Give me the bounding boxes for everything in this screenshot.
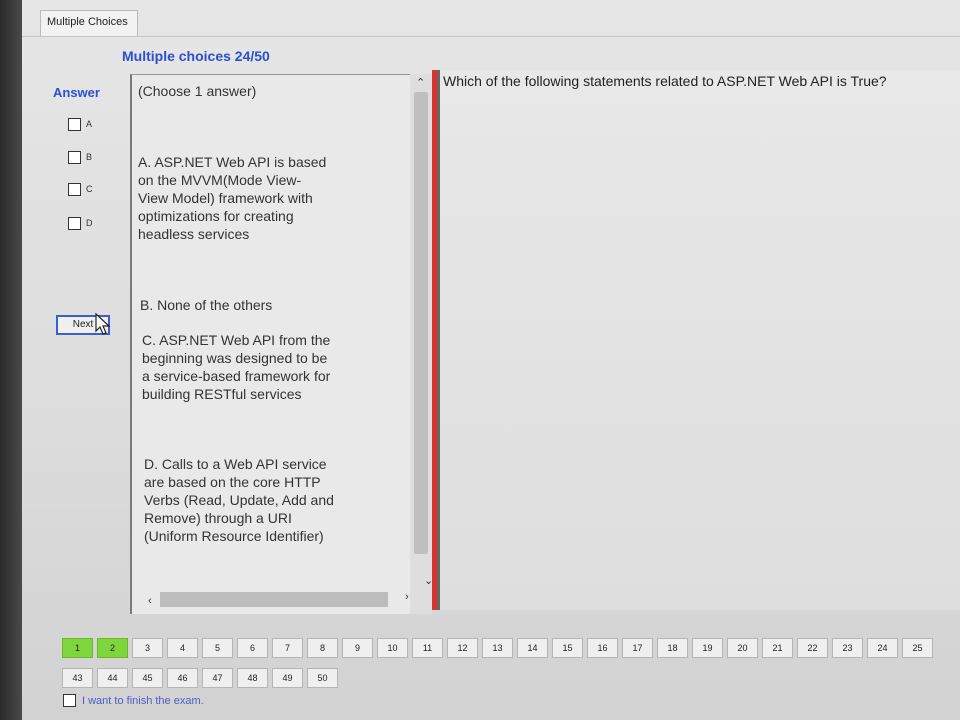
question-panel	[440, 70, 960, 610]
cursor-icon	[95, 312, 111, 335]
question-nav-button[interactable]: 22	[797, 638, 828, 658]
vertical-scroll-thumb[interactable]	[414, 92, 428, 554]
choice-letter: A	[86, 119, 93, 129]
question-nav-button[interactable]: 18	[657, 638, 688, 658]
choice-letter: B	[86, 152, 93, 162]
question-nav-button[interactable]: 49	[272, 668, 303, 688]
checkbox-icon[interactable]	[68, 182, 81, 196]
checkbox-icon[interactable]	[68, 216, 81, 230]
window-tab[interactable]: Multiple Choices	[40, 10, 138, 36]
question-nav-button[interactable]: 8	[307, 638, 338, 658]
scroll-left-icon[interactable]: ‹	[148, 596, 152, 607]
option-b-text: B. None of the others	[140, 297, 273, 313]
question-nav-button[interactable]: 9	[342, 638, 373, 658]
options-panel: (Choose 1 answer) A. ASP.NET Web API is …	[130, 74, 430, 614]
question-nav-button[interactable]: 12	[447, 638, 478, 658]
choice-a[interactable]: A	[68, 117, 92, 131]
question-nav-button[interactable]: 43	[62, 668, 93, 688]
question-nav-button[interactable]: 21	[762, 638, 793, 658]
option-d-text: D. Calls to a Web API service are based …	[144, 456, 334, 544]
question-nav-button[interactable]: 13	[482, 638, 513, 658]
question-nav-button[interactable]: 10	[377, 638, 408, 658]
finish-exam-option[interactable]: I want to finish the exam.	[63, 694, 204, 707]
question-nav-button[interactable]: 47	[202, 668, 233, 688]
question-nav-button[interactable]: 2	[97, 638, 128, 658]
question-nav-button[interactable]: 17	[622, 638, 653, 658]
question-counter: Multiple choices 24/50	[122, 48, 270, 64]
question-nav-button[interactable]: 15	[552, 638, 583, 658]
question-nav-button[interactable]: 5	[202, 638, 233, 658]
question-nav-button[interactable]: 25	[902, 638, 933, 658]
question-nav-button[interactable]: 6	[237, 638, 268, 658]
question-nav-button[interactable]: 50	[307, 668, 338, 688]
checkbox-icon[interactable]	[68, 150, 81, 164]
choice-b[interactable]: B	[68, 150, 92, 164]
question-nav-button[interactable]: 19	[692, 638, 723, 658]
choice-letter: D	[86, 218, 93, 228]
scroll-right-icon[interactable]: ›	[405, 592, 409, 603]
question-nav-row: 43 44 45 46 47 48 49 50	[62, 668, 338, 688]
choice-d[interactable]: D	[68, 216, 93, 230]
question-nav-button[interactable]: 3	[132, 638, 163, 658]
choice-letter: C	[86, 184, 93, 194]
scroll-up-icon[interactable]: ⌃	[416, 78, 425, 89]
tab-divider	[22, 36, 960, 37]
checkbox-icon[interactable]	[68, 117, 81, 131]
monitor-bezel	[0, 0, 22, 720]
option-c-text: C. ASP.NET Web API from the beginning wa…	[142, 332, 331, 402]
panel-divider-shadow	[437, 70, 440, 610]
question-nav-button[interactable]: 7	[272, 638, 303, 658]
choice-c[interactable]: C	[68, 182, 93, 196]
checkbox-icon[interactable]	[63, 694, 76, 707]
question-nav-button[interactable]: 44	[97, 668, 128, 688]
choose-instruction: (Choose 1 answer)	[138, 83, 257, 99]
question-nav-button[interactable]: 1	[62, 638, 93, 658]
question-nav-row: 1 2 3 4 5 6 7 8 9 10 11 12 13 14 15 16 17 18 19 20 21 22 23 24 2…	[62, 638, 933, 658]
question-nav-button[interactable]: 14	[517, 638, 548, 658]
option-a-text: A. ASP.NET Web API is based on the MVVM(…	[138, 154, 327, 242]
question-nav-button[interactable]: 46	[167, 668, 198, 688]
question-nav-button[interactable]: 23	[832, 638, 863, 658]
question-nav-button[interactable]: 11	[412, 638, 443, 658]
question-nav-button[interactable]: 24	[867, 638, 898, 658]
finish-exam-label: I want to finish the exam.	[82, 694, 204, 707]
question-nav-button[interactable]: 20	[727, 638, 758, 658]
question-nav-button[interactable]: 48	[237, 668, 268, 688]
question-nav-button[interactable]: 4	[167, 638, 198, 658]
question-text: Which of the following statements relate…	[443, 73, 887, 89]
answer-label: Answer	[53, 85, 100, 100]
question-nav-button[interactable]: 45	[132, 668, 163, 688]
horizontal-scroll-thumb[interactable]	[160, 592, 388, 607]
question-nav-button[interactable]: 16	[587, 638, 618, 658]
